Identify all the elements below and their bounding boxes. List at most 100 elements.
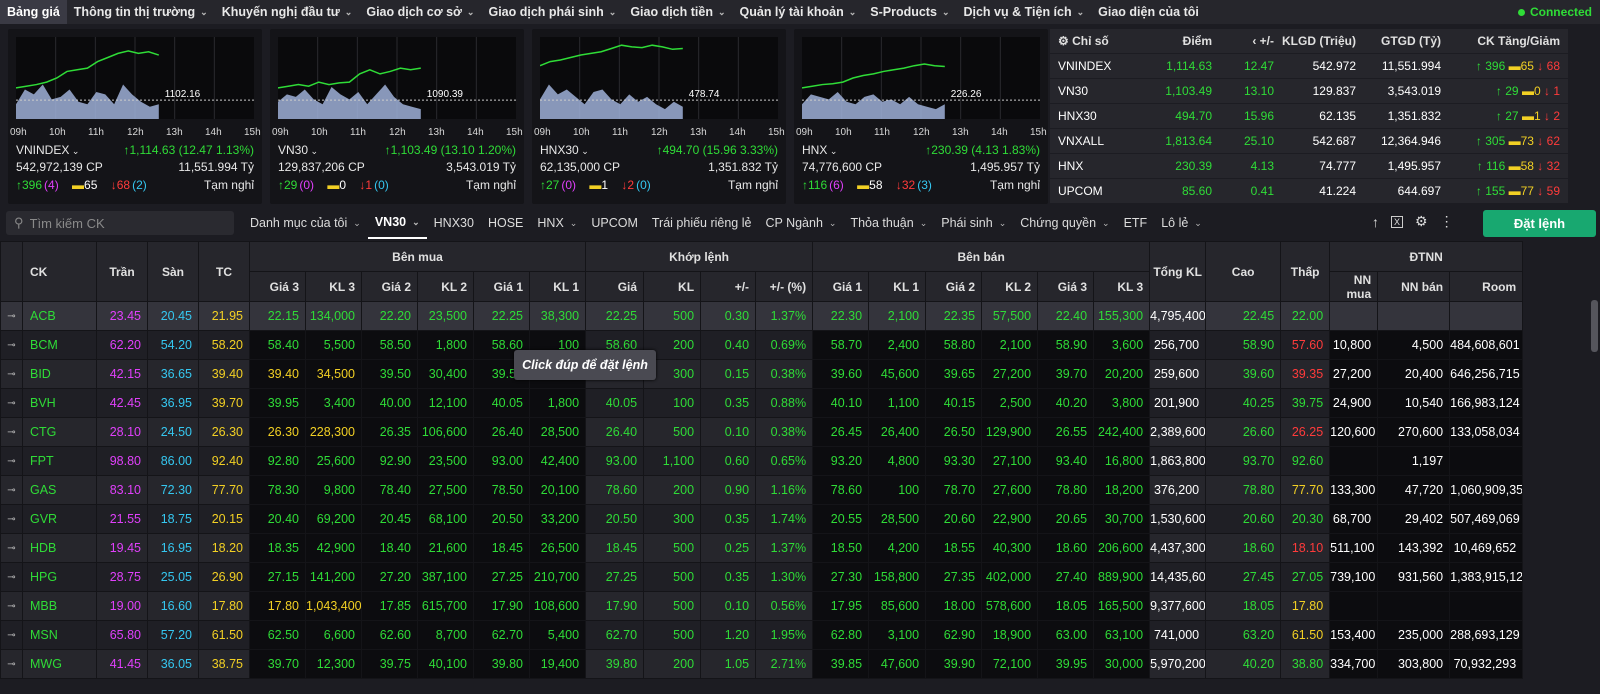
pin-icon[interactable]: ⊸: [0, 359, 23, 389]
nav-item-7[interactable]: S-Products ⌄: [863, 0, 956, 24]
pin-icon[interactable]: ⊸: [0, 446, 23, 476]
pin-icon[interactable]: ⊸: [0, 504, 23, 534]
pin-icon[interactable]: ⊸: [0, 533, 23, 563]
pin-icon[interactable]: ⊸: [0, 562, 23, 592]
board-cell: 18.05: [1037, 591, 1095, 621]
tab-3[interactable]: HOSE: [481, 207, 530, 239]
tab-1[interactable]: VN30 ⌄: [367, 207, 427, 239]
pin-icon[interactable]: ⊸: [0, 417, 23, 447]
board-cell: 26.60: [1205, 417, 1282, 447]
board-cell: 129,900: [981, 417, 1039, 447]
table-row[interactable]: ⊸ GVR 21.55 18.75 20.15 20.40 69,200 20.45 68,10…: [0, 504, 1600, 534]
tab-4[interactable]: HNX ⌄: [530, 207, 584, 239]
nav-item-9[interactable]: Giao diện của tôi: [1091, 0, 1206, 24]
nav-item-8[interactable]: Dịch vụ & Tiện ích ⌄: [956, 0, 1091, 24]
board-cell: 166,983,124: [1449, 388, 1524, 418]
index-change: ↑494.70 (15.96 3.33%): [657, 143, 778, 157]
board-cell: 18.35: [249, 533, 306, 563]
index-value: 1,351.832 Tỷ: [708, 159, 778, 174]
nav-item-2[interactable]: Khuyến nghị đầu tư ⌄: [215, 0, 360, 24]
tab-7[interactable]: CP Ngành ⌄: [758, 207, 843, 239]
tab-11[interactable]: ETF: [1117, 207, 1155, 239]
pin-icon[interactable]: ⊸: [0, 591, 23, 621]
table-row[interactable]: ⊸ ACB 23.45 20.45 21.95 22.15 134,000 22.20 23,5…: [0, 301, 1600, 331]
tab-12[interactable]: Lô lẻ ⌄: [1154, 207, 1209, 239]
board-cell: 20.15: [198, 504, 250, 534]
index-table-row[interactable]: UPCOM 85.60 0.41 41.224 644.697 ↑ 155 ▬77 ↓ 5…: [1050, 179, 1568, 204]
tab-8[interactable]: Thỏa thuận ⌄: [843, 207, 934, 239]
table-row[interactable]: ⊸ MSN 65.80 57.20 61.50 62.50 6,600 62.60 8,700 6…: [0, 620, 1600, 650]
table-row[interactable]: ⊸ BID 42.15 36.65 39.40 39.40 34,500 39.50 30,40…: [0, 359, 1600, 389]
table-row[interactable]: ⊸ MWG 41.45 36.05 38.75 39.70 12,300 39.75 40,10…: [0, 649, 1600, 679]
index-name[interactable]: VN30 ⌄: [278, 143, 318, 157]
board-cell: 27.05: [1280, 562, 1331, 592]
nav-item-label: Giao dịch phái sinh: [488, 5, 604, 19]
table-row[interactable]: ⊸ MBB 19.00 16.60 17.80 17.80 1,043,400 17.85 61…: [0, 591, 1600, 621]
index-panel-hnx[interactable]: 226.26 09h 10h 11h 12h 13h 14h 15h HNX ⌄ ↑230.39 …: [794, 29, 1048, 204]
nav-item-1[interactable]: Thông tin thị trường ⌄: [67, 0, 215, 24]
excel-export-icon[interactable]: X: [1391, 215, 1404, 228]
advancers: 27: [1505, 109, 1519, 123]
search-box[interactable]: ⚲: [6, 211, 234, 235]
table-row[interactable]: ⊸ HPG 28.75 25.05 26.90 27.15 141,200 27.20 387,…: [0, 562, 1600, 592]
board-cell: 5,400: [528, 620, 587, 650]
index-table-row[interactable]: VN30 1,103.49 13.10 129.837 3,543.019 ↑ 29 ▬0…: [1050, 79, 1568, 104]
gear-icon[interactable]: ⚙: [1415, 213, 1428, 230]
pin-icon[interactable]: ⊸: [0, 649, 23, 679]
table-row[interactable]: ⊸ BVH 42.45 36.95 39.70 39.95 3,400 40.00 12,100…: [0, 388, 1600, 418]
nav-item-6[interactable]: Quản lý tài khoản ⌄: [733, 0, 864, 24]
index-name[interactable]: VNINDEX ⌄: [16, 143, 79, 157]
board-cell: 27.45: [1205, 562, 1282, 592]
board-cell: 92.80: [249, 446, 306, 476]
index-change: ↑1,114.63 (12.47 1.13%): [123, 143, 254, 157]
board-group-header: Bên mua: [248, 241, 587, 272]
upload-arrow-icon[interactable]: ↑: [1372, 214, 1379, 230]
gear-icon[interactable]: ⚙: [1058, 34, 1072, 48]
board-cell: 40.05: [473, 388, 530, 418]
index-table-row[interactable]: VNINDEX 1,114.63 12.47 542.972 11,551.994 ↑ 3…: [1050, 54, 1568, 79]
breadth-cell: ↑ 27 ▬1 ↓ 2: [1449, 109, 1568, 123]
index-name[interactable]: HNX30 ⌄: [540, 143, 589, 157]
search-input[interactable]: [29, 215, 220, 231]
pin-icon[interactable]: ⊸: [0, 330, 23, 360]
tab-5[interactable]: UPCOM: [584, 207, 645, 239]
sort-arrows-icon[interactable]: ‹: [1252, 34, 1259, 48]
table-row[interactable]: ⊸ CTG 28.10 24.50 26.30 26.30 228,300 26.35 106,…: [0, 417, 1600, 447]
pin-icon[interactable]: ⊸: [0, 620, 23, 650]
tab-10[interactable]: Chứng quyền ⌄: [1013, 207, 1116, 239]
tab-0[interactable]: Danh mục của tôi ⌄: [243, 207, 368, 239]
more-vertical-icon[interactable]: ⋮: [1440, 213, 1454, 230]
down-arrow-icon: ↓: [618, 177, 628, 192]
nav-item-4[interactable]: Giao dịch phái sinh ⌄: [481, 0, 623, 24]
table-row[interactable]: ⊸ GAS 83.10 72.30 77.70 78.30 9,800 78.40 27,500…: [0, 475, 1600, 505]
nav-item-5[interactable]: Giao dịch tiền ⌄: [623, 0, 732, 24]
board-cell: 39.70: [249, 649, 306, 679]
board-cell: 0.65%: [755, 446, 814, 476]
index-table-row[interactable]: VNXALL 1,813.64 25.10 542.687 12,364.946 ↑ 30…: [1050, 129, 1568, 154]
index-name[interactable]: HNX ⌄: [802, 143, 837, 157]
tab-9[interactable]: Phái sinh ⌄: [934, 207, 1013, 239]
table-row[interactable]: ⊸ HDB 19.45 16.95 18.20 18.35 42,900 18.40 21,60…: [0, 533, 1600, 563]
board-cell: 739,100: [1329, 562, 1379, 592]
board-cell: 1.74%: [755, 504, 814, 534]
index-table-row[interactable]: HNX30 494.70 15.96 62.135 1,351.832 ↑ 27 ▬1 ↓…: [1050, 104, 1568, 129]
nav-item-3[interactable]: Giao dịch cơ sở ⌄: [359, 0, 481, 24]
index-panel-vnindex[interactable]: 1102.16 09h 10h 11h 12h 13h 14h 15h VNINDEX ⌄ ↑1,…: [8, 29, 262, 204]
index-table-row[interactable]: HNX 230.39 4.13 74.777 1,495.957 ↑ 116 ▬58 ↓ …: [1050, 154, 1568, 179]
board-cell: 47,720: [1377, 475, 1451, 505]
index-panel-hnx30[interactable]: 478.74 09h 10h 11h 12h 13h 14h 15h HNX30 ⌄ ↑494.7…: [532, 29, 786, 204]
board-cell: 22.25: [473, 301, 530, 331]
nav-item-0[interactable]: Bảng giá: [0, 0, 67, 24]
vertical-scrollbar[interactable]: [1591, 300, 1598, 352]
index-panel-vn30[interactable]: 1090.39 09h 10h 11h 12h 13h 14h 15h VN30 ⌄ ↑1,103…: [270, 29, 524, 204]
table-row[interactable]: ⊸ FPT 98.80 86.00 92.40 92.80 25,600 92.90 23,50…: [0, 446, 1600, 476]
tab-6[interactable]: Trái phiếu riêng lẻ: [645, 207, 759, 239]
pin-icon[interactable]: ⊸: [0, 475, 23, 505]
heading-label: +/-: [1259, 34, 1274, 48]
place-order-button[interactable]: Đặt lệnh: [1483, 210, 1596, 237]
table-row[interactable]: ⊸ BCM 62.20 54.20 58.20 58.40 5,500 58.50 1,800 5…: [0, 330, 1600, 360]
tab-2[interactable]: HNX30: [427, 207, 481, 239]
pin-icon[interactable]: ⊸: [0, 301, 23, 331]
pin-icon[interactable]: ⊸: [0, 388, 23, 418]
index-volume: 542,972,139 CP: [16, 159, 103, 174]
